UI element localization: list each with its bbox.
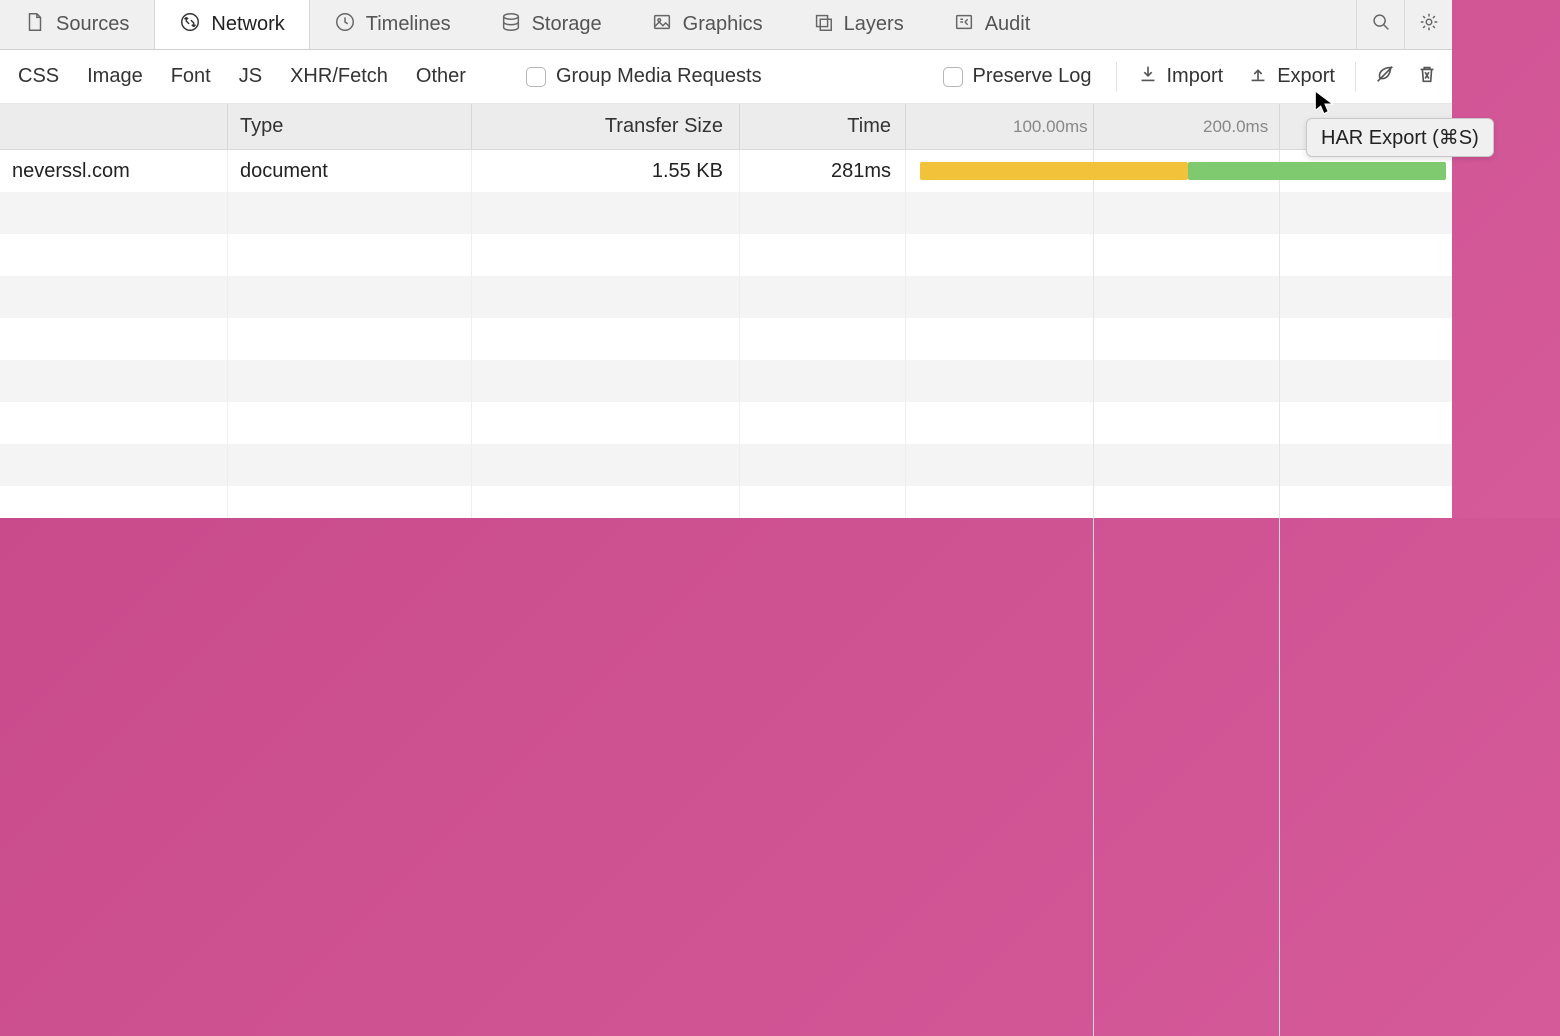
filter-other[interactable]: Other (402, 65, 480, 88)
upload-icon (1247, 63, 1269, 91)
table-row (0, 486, 1452, 518)
filter-image[interactable]: Image (73, 65, 157, 88)
network-icon (179, 11, 201, 39)
storage-icon (500, 11, 522, 39)
tab-graphics[interactable]: Graphics (627, 0, 788, 49)
table-row (0, 402, 1452, 444)
leaf-slash-icon (1374, 63, 1396, 91)
button-label: Export (1277, 65, 1335, 88)
checkbox-label: Preserve Log (973, 65, 1092, 88)
checkbox-icon (943, 67, 963, 87)
filter-css[interactable]: CSS (4, 65, 73, 88)
col-type-header[interactable]: Type (228, 104, 472, 149)
gear-icon (1418, 11, 1440, 39)
table-row (0, 234, 1452, 276)
settings-button[interactable] (1404, 0, 1452, 49)
separator (1116, 62, 1117, 92)
table-row (0, 360, 1452, 402)
tab-bar: Sources Network Timelines Storage Graphi… (0, 0, 1452, 50)
col-size-header[interactable]: Transfer Size (472, 104, 740, 149)
search-icon (1370, 11, 1392, 39)
table-row (0, 276, 1452, 318)
disable-cache-button[interactable] (1364, 63, 1406, 91)
search-button[interactable] (1356, 0, 1404, 49)
request-table: neverssl.com document 1.55 KB 281ms (0, 150, 1452, 518)
waterfall-tick: 100.00ms (1013, 104, 1088, 149)
waterfall-tick: 200.0ms (1203, 104, 1268, 149)
separator (1355, 62, 1356, 92)
tab-label: Sources (56, 13, 129, 36)
tab-audit[interactable]: Audit (929, 0, 1056, 49)
checkbox-label: Group Media Requests (556, 65, 762, 88)
download-icon (1137, 63, 1159, 91)
inspector-window: Sources Network Timelines Storage Graphi… (0, 0, 1452, 518)
export-button[interactable]: Export (1235, 63, 1347, 91)
tab-label: Network (211, 13, 284, 36)
button-label: Import (1167, 65, 1224, 88)
tab-label: Storage (532, 13, 602, 36)
table-row[interactable]: neverssl.com document 1.55 KB 281ms (0, 150, 1452, 192)
import-button[interactable]: Import (1125, 63, 1236, 91)
export-tooltip: HAR Export (⌘S) (1306, 118, 1494, 157)
checkbox-icon (526, 67, 546, 87)
tab-network[interactable]: Network (154, 0, 309, 49)
tab-sources[interactable]: Sources (0, 0, 154, 49)
network-toolbar: CSS Image Font JS XHR/Fetch Other Group … (0, 50, 1452, 104)
audit-icon (953, 11, 975, 39)
trash-icon (1416, 63, 1438, 91)
tab-label: Graphics (683, 13, 763, 36)
table-row (0, 444, 1452, 486)
clock-icon (334, 11, 356, 39)
layers-icon (812, 11, 834, 39)
image-icon (651, 11, 673, 39)
group-media-checkbox[interactable]: Group Media Requests (510, 65, 778, 88)
preserve-log-checkbox[interactable]: Preserve Log (927, 65, 1108, 88)
col-name-header[interactable] (0, 104, 228, 149)
tab-timelines[interactable]: Timelines (310, 0, 476, 49)
table-row (0, 192, 1452, 234)
tab-layers[interactable]: Layers (788, 0, 929, 49)
waterfall-receive-bar (1188, 162, 1446, 180)
clear-button[interactable] (1406, 63, 1448, 91)
file-icon (24, 11, 46, 39)
table-header: Type Transfer Size Time 100.00ms 200.0ms (0, 104, 1452, 150)
filter-xhr[interactable]: XHR/Fetch (276, 65, 402, 88)
table-row (0, 318, 1452, 360)
tab-label: Audit (985, 13, 1031, 36)
cell-time: 281ms (831, 160, 891, 183)
filter-js[interactable]: JS (225, 65, 276, 88)
cell-size: 1.55 KB (652, 160, 723, 183)
waterfall-wait-bar (920, 162, 1188, 180)
col-time-header[interactable]: Time (740, 104, 906, 149)
filter-font[interactable]: Font (157, 65, 225, 88)
tab-label: Timelines (366, 13, 451, 36)
tab-label: Layers (844, 13, 904, 36)
cell-type: document (240, 160, 328, 183)
tab-storage[interactable]: Storage (476, 0, 627, 49)
cell-name: neverssl.com (12, 160, 130, 183)
